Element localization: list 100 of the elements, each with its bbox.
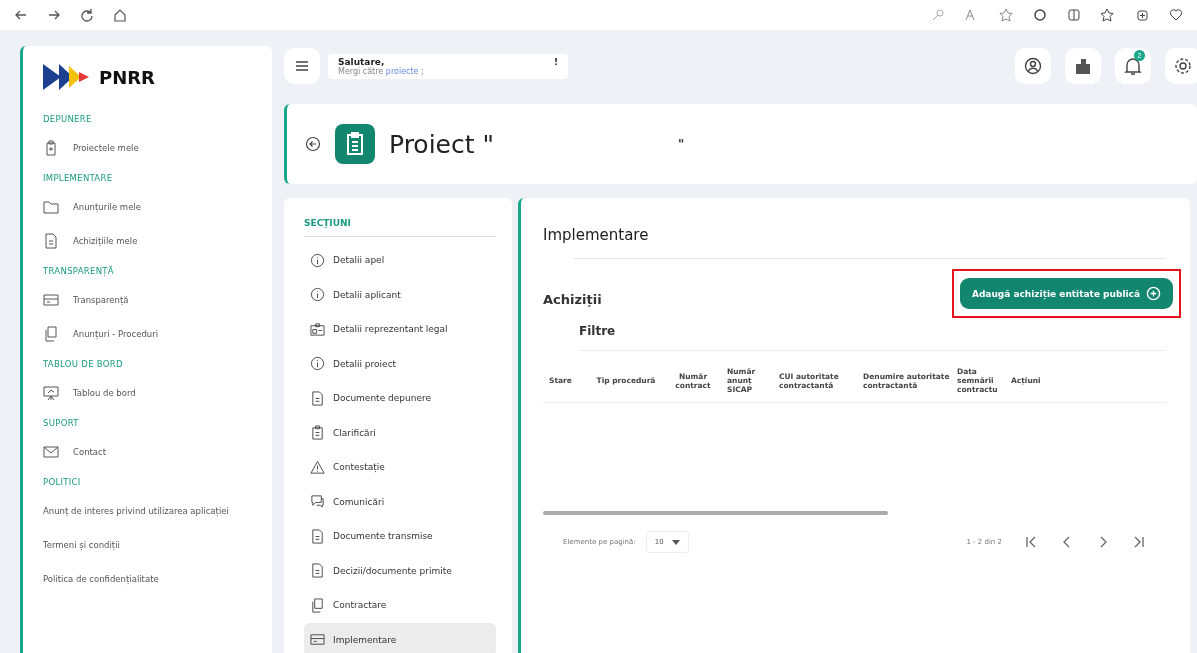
sidebar-item-label: Anunțuri - Proceduri bbox=[73, 329, 159, 339]
reload-icon[interactable] bbox=[80, 8, 94, 22]
projects-link[interactable]: proiecte bbox=[385, 66, 419, 76]
info-icon bbox=[310, 287, 325, 303]
section-item-label: Detalii proiect bbox=[333, 358, 397, 369]
sidebar-item-label: Tablou de bord bbox=[73, 388, 136, 398]
info-icon bbox=[310, 252, 325, 268]
clipboard-icon bbox=[43, 140, 59, 156]
profile-button[interactable] bbox=[1015, 48, 1051, 84]
section-heading: Implementare bbox=[543, 226, 650, 246]
sidebar-item-label: Anunțurile mele bbox=[73, 202, 141, 212]
last-page-icon[interactable] bbox=[1132, 535, 1146, 549]
sidebar-item[interactable]: Contact bbox=[43, 435, 107, 469]
sidebar-item[interactable]: Transparență bbox=[43, 283, 129, 317]
sidebar-link[interactable]: Politica de confidențialitate bbox=[43, 562, 159, 596]
greeting-text: Salutare, bbox=[338, 56, 385, 67]
document-icon bbox=[310, 528, 325, 544]
section-item[interactable]: Detalii proiect bbox=[304, 346, 496, 381]
settings-button[interactable] bbox=[1165, 48, 1197, 84]
warning-icon bbox=[310, 459, 325, 475]
sidebar-group-title: TABLOU DE BORD bbox=[43, 358, 124, 371]
folder-icon bbox=[43, 199, 59, 215]
section-item[interactable]: Contestație bbox=[304, 450, 496, 485]
caret-icon bbox=[671, 539, 680, 545]
id-card-icon bbox=[310, 321, 325, 337]
sidebar-link[interactable]: Termeni și condiții bbox=[43, 528, 120, 562]
project-title: Proiect " bbox=[389, 129, 494, 159]
section-item[interactable]: Detalii apel bbox=[304, 243, 496, 278]
section-item-label: Clarificări bbox=[333, 427, 376, 438]
card-icon bbox=[43, 292, 59, 308]
section-item-label: Detalii reprezentant legal bbox=[333, 324, 448, 335]
clipboard-icon bbox=[310, 425, 325, 441]
section-item[interactable]: Contractare bbox=[304, 588, 496, 623]
sidebar-item-label: Achizițiile mele bbox=[73, 236, 138, 246]
sidebar-item[interactable]: Achizițiile mele bbox=[43, 224, 138, 258]
filters-heading: Filtre bbox=[579, 324, 1166, 351]
card-icon bbox=[310, 632, 325, 648]
heart-icon[interactable] bbox=[1169, 8, 1183, 22]
back-icon[interactable] bbox=[14, 8, 28, 22]
section-item-label: Contestație bbox=[333, 462, 385, 473]
sidebar-item[interactable]: Proiectele mele bbox=[43, 131, 139, 165]
chat-icon bbox=[310, 494, 325, 510]
info-icon bbox=[310, 356, 325, 372]
section-item[interactable]: Documente transmise bbox=[304, 519, 496, 554]
section-item[interactable]: Documente depunere bbox=[304, 381, 496, 416]
copy-icon bbox=[43, 326, 59, 342]
section-item[interactable]: Implementare bbox=[304, 622, 496, 653]
presentation-icon bbox=[43, 385, 59, 401]
section-item[interactable]: Detalii aplicant bbox=[304, 277, 496, 312]
sidebar-group-title: SUPORT bbox=[43, 417, 80, 430]
sidebar-item[interactable]: Anunțurile mele bbox=[43, 190, 141, 224]
sidebar-item-label: Transparență bbox=[73, 295, 129, 305]
sidebar-group-title: TRANSPARENȚĂ bbox=[43, 264, 115, 278]
scrollbar[interactable] bbox=[543, 511, 888, 515]
home-icon[interactable] bbox=[113, 8, 127, 22]
section-item[interactable]: Detalii reprezentant legal bbox=[304, 312, 496, 347]
buildings-icon bbox=[1074, 57, 1092, 75]
document-icon bbox=[310, 390, 325, 406]
greeting-subtitle: Mergi către bbox=[338, 66, 384, 76]
favorites-icon[interactable] bbox=[1101, 8, 1115, 22]
organization-button[interactable] bbox=[1065, 48, 1101, 84]
section-item[interactable]: Comunicări bbox=[304, 484, 496, 519]
bell-icon bbox=[1124, 56, 1142, 76]
sidebar-link[interactable]: Anunț de interes privind utilizarea aplicației bbox=[43, 494, 229, 528]
sidebar-group-title: IMPLEMENTARE bbox=[43, 172, 114, 185]
section-item-label: Detalii apel bbox=[333, 255, 385, 266]
document-icon bbox=[43, 233, 59, 249]
greeting-end: ! bbox=[553, 56, 558, 67]
back-circle-icon[interactable] bbox=[305, 136, 321, 152]
sidebar-item[interactable]: Anunțuri - Proceduri bbox=[43, 317, 159, 351]
section-item-label: Detalii aplicant bbox=[333, 289, 401, 300]
first-page-icon[interactable] bbox=[1024, 535, 1038, 549]
section-item[interactable]: Clarificări bbox=[304, 415, 496, 450]
section-item-label: Documente transmise bbox=[333, 531, 433, 542]
project-title-end: " bbox=[678, 137, 685, 151]
section-item-label: Decizii/documente primite bbox=[333, 565, 452, 576]
mail-icon bbox=[43, 444, 59, 460]
split-screen-icon[interactable] bbox=[1067, 8, 1081, 22]
sidebar-group-title: POLITICI bbox=[43, 476, 82, 489]
settings-icon bbox=[1174, 57, 1192, 75]
copy-icon bbox=[310, 597, 325, 613]
add-acquisition-button[interactable]: Adaugă achiziție entitate publică bbox=[959, 278, 1173, 309]
section-item[interactable]: Decizii/documente primite bbox=[304, 553, 496, 588]
menu-icon bbox=[295, 60, 309, 72]
forward-icon[interactable] bbox=[47, 8, 61, 22]
menu-button[interactable] bbox=[284, 48, 320, 84]
user-icon bbox=[1024, 57, 1042, 75]
star-icon[interactable] bbox=[999, 8, 1013, 22]
acquisitions-heading: Achiziții bbox=[543, 291, 602, 307]
document-icon bbox=[310, 563, 325, 579]
sidebar-item-label: Proiectele mele bbox=[73, 143, 139, 153]
sidebar-group-title: DEPUNERE bbox=[43, 113, 93, 126]
collections-icon[interactable] bbox=[1135, 8, 1149, 22]
sidebar-item[interactable]: Tablou de bord bbox=[43, 376, 136, 410]
plus-circle-icon bbox=[1146, 286, 1161, 301]
greeting-subtitle-end: ; bbox=[421, 66, 424, 76]
section-item-label: Implementare bbox=[333, 634, 397, 645]
section-item-label: Comunicări bbox=[333, 496, 385, 507]
sections-title: SECȚIUNI bbox=[304, 218, 496, 237]
clipboard-icon bbox=[335, 124, 375, 164]
